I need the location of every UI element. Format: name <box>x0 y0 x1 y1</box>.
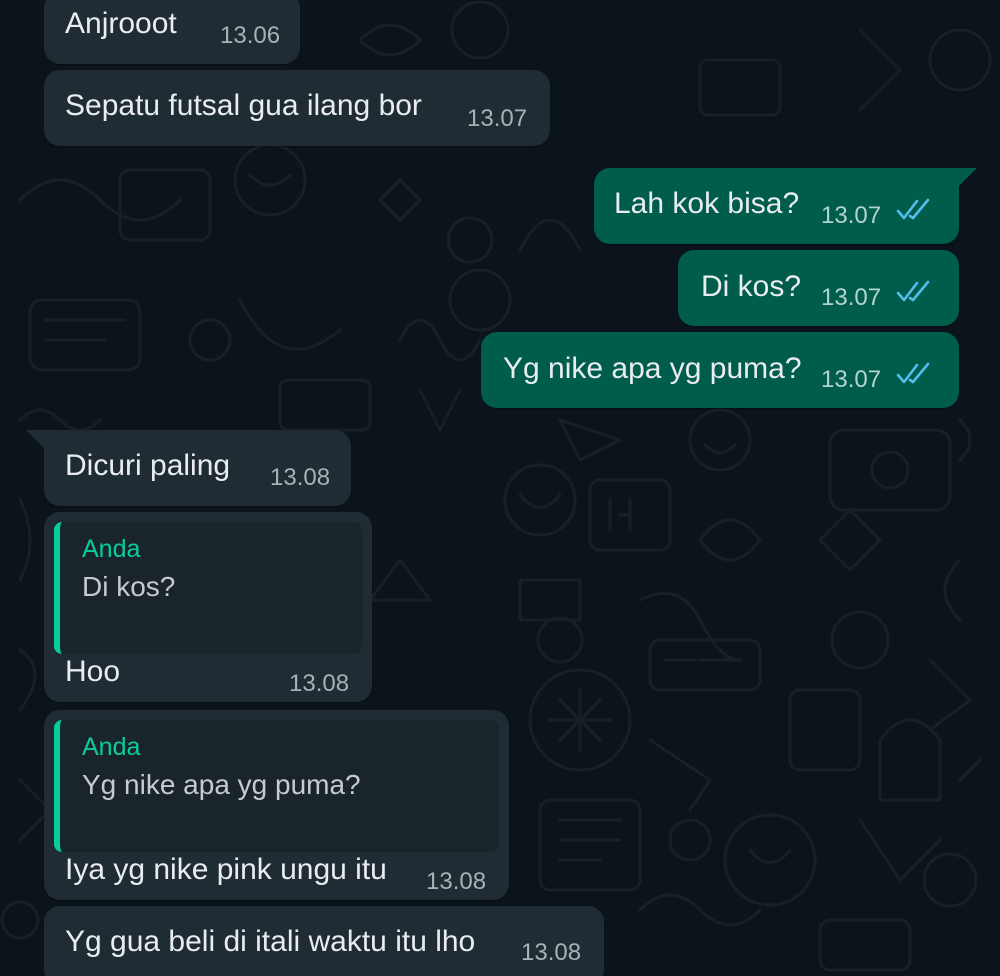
message-time: 13.06 <box>220 22 281 49</box>
quoted-author: Anda <box>82 535 141 563</box>
incoming-message-bubble[interactable]: Anjrooot 13.06 <box>44 0 300 64</box>
message-time: 13.08 <box>426 868 487 895</box>
quoted-author: Anda <box>82 733 141 761</box>
message-time: 13.08 <box>289 670 350 697</box>
message-text: Sepatu futsal gua ilang bor <box>65 89 422 122</box>
message-text: Di kos? <box>701 270 802 303</box>
quoted-message[interactable]: Anda Yg nike apa yg puma? <box>54 720 499 852</box>
double-check-read-icon <box>896 280 930 302</box>
message-text: Yg gua beli di itali waktu itu lho <box>65 925 476 958</box>
quoted-text: Yg nike apa yg puma? <box>82 769 361 800</box>
incoming-message-bubble[interactable]: Sepatu futsal gua ilang bor 13.07 <box>44 70 550 146</box>
message-time: 13.07 <box>467 105 528 132</box>
outgoing-message-bubble[interactable]: Yg nike apa yg puma? 13.07 <box>481 332 959 408</box>
incoming-reply-message-bubble[interactable]: Anda Di kos? Hoo 13.08 <box>44 512 372 702</box>
incoming-message-bubble[interactable]: Dicuri paling 13.08 <box>44 430 351 506</box>
message-text: Iya yg nike pink ungu itu <box>65 853 387 886</box>
outgoing-message-bubble[interactable]: Di kos? 13.07 <box>678 250 959 326</box>
message-text: Hoo <box>65 655 121 688</box>
bubble-tail <box>26 430 44 448</box>
message-text: Lah kok bisa? <box>614 187 800 220</box>
message-time: 13.07 <box>821 284 882 311</box>
double-check-read-icon <box>896 198 930 220</box>
quoted-text: Di kos? <box>82 571 176 602</box>
message-time: 13.07 <box>821 366 882 393</box>
outgoing-message-bubble[interactable]: Lah kok bisa? 13.07 <box>594 168 959 244</box>
quoted-message[interactable]: Anda Di kos? <box>54 522 362 654</box>
chat-conversation-area[interactable]: Anjrooot 13.06 Sepatu futsal gua ilang b… <box>0 0 1000 976</box>
incoming-message-bubble[interactable]: Yg gua beli di itali waktu itu lho 13.08 <box>44 906 604 976</box>
message-text: Anjrooot <box>65 7 177 40</box>
message-time: 13.08 <box>270 464 331 491</box>
message-text: Dicuri paling <box>65 449 231 482</box>
message-time: 13.08 <box>521 939 582 966</box>
message-time: 13.07 <box>821 202 882 229</box>
bubble-tail <box>959 168 977 186</box>
message-text: Yg nike apa yg puma? <box>503 352 802 385</box>
incoming-reply-message-bubble[interactable]: Anda Yg nike apa yg puma? Iya yg nike pi… <box>44 710 509 900</box>
double-check-read-icon <box>896 362 930 384</box>
